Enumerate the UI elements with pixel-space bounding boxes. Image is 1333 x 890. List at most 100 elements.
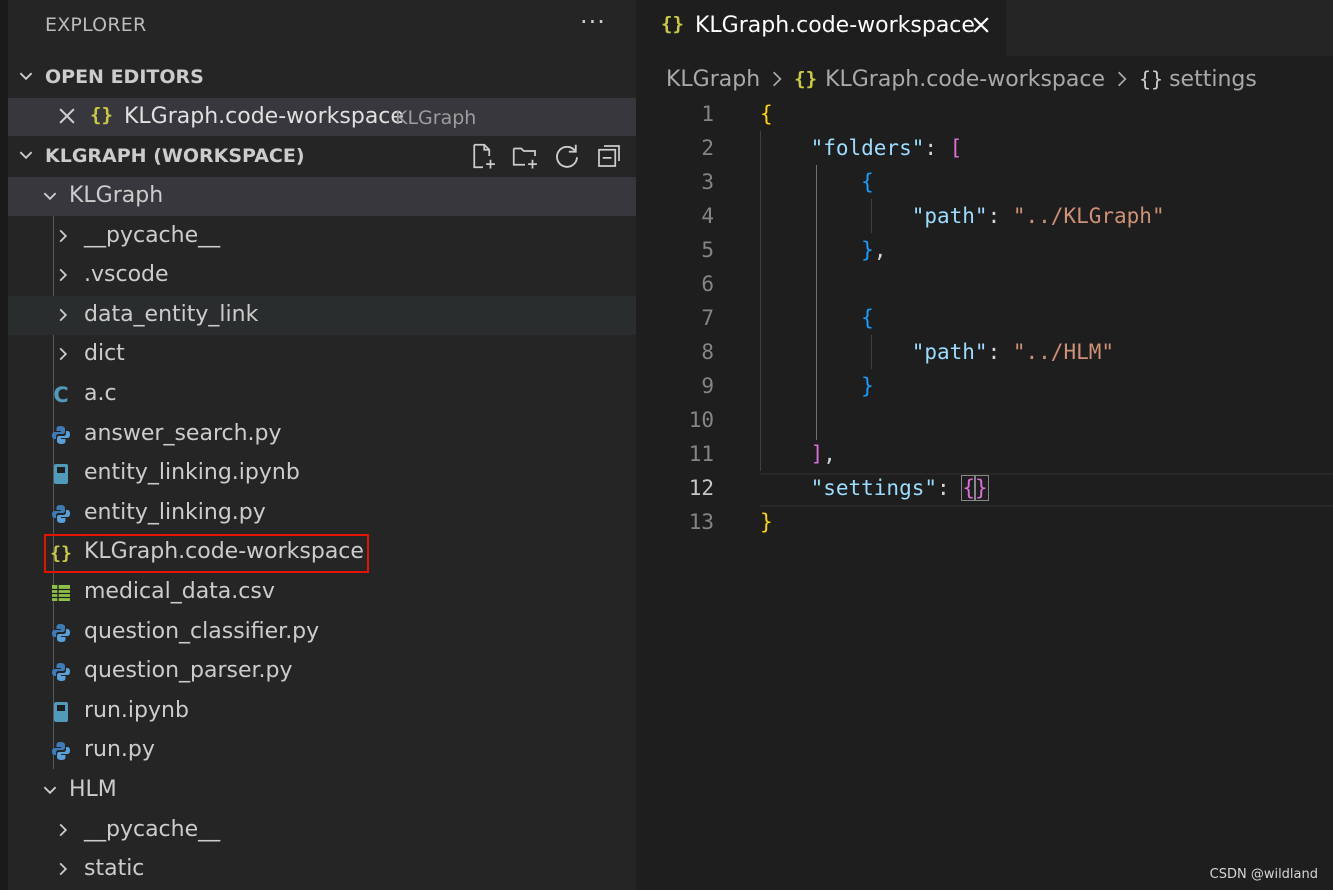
tree-item[interactable]: dict: [8, 335, 636, 374]
code-line: 1 {: [636, 97, 1333, 131]
code-text: }: [861, 374, 874, 398]
code-line: 11 ],: [636, 437, 1333, 471]
code-text: },: [861, 238, 887, 262]
tree-item[interactable]: question_parser.py: [8, 652, 636, 691]
tree-label: run.ipynb: [84, 698, 189, 723]
tree-item[interactable]: C a.c: [8, 375, 636, 414]
open-editor-name: KLGraph.code-workspace: [124, 104, 404, 129]
workspace-label: KLGRAPH (WORKSPACE): [45, 145, 305, 167]
chevron-down-icon: [43, 192, 57, 201]
refresh-icon[interactable]: [552, 141, 582, 171]
breadcrumb-folder[interactable]: KLGraph: [666, 67, 760, 92]
breadcrumb: KLGraph {} KLGraph.code-workspace {} set…: [666, 64, 1257, 94]
code-line: 2 "folders": [: [636, 131, 1333, 165]
line-number: 8: [701, 340, 714, 364]
tree-item[interactable]: entity_linking.py: [8, 494, 636, 533]
code-text: {: [861, 306, 874, 330]
tree-item[interactable]: static: [8, 850, 636, 889]
code-line: 10: [636, 403, 1333, 437]
tree-item[interactable]: entity_linking.ipynb: [8, 454, 636, 493]
line-number: 9: [701, 374, 714, 398]
tree-folder-klgraph[interactable]: KLGraph: [8, 177, 636, 216]
chevron-right-icon: [59, 308, 68, 322]
tree-label: question_classifier.py: [84, 619, 320, 644]
tree-item[interactable]: run.py: [8, 731, 636, 770]
chevron-down-icon: [19, 151, 33, 160]
tree-label: question_parser.py: [84, 658, 293, 683]
tree-label: entity_linking.ipynb: [84, 460, 300, 485]
python-icon: [50, 503, 72, 525]
line-number: 4: [701, 204, 714, 228]
line-number: 11: [688, 442, 714, 466]
code-text: }: [760, 510, 773, 534]
tree-item[interactable]: medical_data.csv: [8, 573, 636, 612]
chevron-right-icon: [59, 268, 68, 282]
open-editor-description: KLGraph: [395, 107, 477, 129]
json-braces-icon: {}: [794, 68, 818, 90]
annotation-highlight-box: [44, 534, 369, 573]
tree-label: KLGraph: [69, 183, 164, 208]
tree-item[interactable]: data_entity_link: [8, 296, 636, 335]
tree-label: .vscode: [84, 262, 169, 287]
code-text: {: [861, 170, 874, 194]
explorer-title: EXPLORER: [45, 14, 147, 36]
code-line: 7 {: [636, 301, 1333, 335]
tab-workspace-file[interactable]: {} KLGraph.code-workspace: [636, 0, 1006, 56]
tree-item[interactable]: question_classifier.py: [8, 613, 636, 652]
tree-item[interactable]: .vscode: [8, 256, 636, 295]
python-icon: [50, 740, 72, 762]
tree-label: static: [84, 856, 145, 881]
tree-label: __pycache__: [84, 817, 221, 842]
code-line: 9 }: [636, 369, 1333, 403]
collapse-all-icon[interactable]: [594, 141, 624, 171]
workspace-actions: [468, 137, 624, 175]
tree-item[interactable]: answer_search.py: [8, 415, 636, 454]
code-text: "path": "../HLM": [911, 340, 1115, 364]
line-number: 5: [701, 238, 714, 262]
watermark: CSDN @wildland: [1209, 867, 1318, 882]
chevron-down-icon: [19, 72, 33, 81]
activity-edge: [0, 0, 8, 890]
chevron-right-icon: [59, 347, 68, 361]
tree-item[interactable]: __pycache__: [8, 217, 636, 256]
code-text: "path": "../KLGraph": [911, 204, 1165, 228]
tree-label: __pycache__: [84, 223, 221, 248]
workspace-header[interactable]: KLGRAPH (WORKSPACE): [8, 137, 636, 175]
chevron-right-icon: [59, 229, 68, 243]
line-number: 13: [688, 510, 714, 534]
line-number: 10: [688, 408, 714, 432]
explorer-sidebar: EXPLORER ··· OPEN EDITORS {} KLGraph.cod…: [8, 0, 636, 890]
code-text: ],: [810, 442, 836, 466]
line-number: 6: [701, 272, 714, 296]
c-file-icon: C: [53, 383, 69, 407]
new-file-icon[interactable]: [468, 141, 498, 171]
object-symbol-icon: {}: [1139, 67, 1164, 91]
tree-folder-hlm[interactable]: HLM: [8, 771, 636, 810]
tree-item[interactable]: __pycache__: [8, 811, 636, 850]
breadcrumb-file[interactable]: KLGraph.code-workspace: [825, 67, 1105, 92]
code-line: 12 "settings": {}: [636, 471, 1333, 505]
tree-label: medical_data.csv: [84, 579, 275, 604]
close-icon[interactable]: [56, 105, 78, 127]
tree-label: a.c: [84, 381, 117, 406]
tree-item[interactable]: run.ipynb: [8, 692, 636, 731]
more-actions-icon[interactable]: ···: [580, 8, 606, 36]
editor-area: {} KLGraph.code-workspace KLGraph {} KLG…: [636, 0, 1333, 890]
close-icon[interactable]: [970, 14, 992, 36]
notebook-icon: [50, 463, 72, 485]
code-line: 13 }: [636, 505, 1333, 539]
breadcrumb-symbol[interactable]: settings: [1169, 67, 1257, 92]
open-editor-item[interactable]: {} KLGraph.code-workspace KLGraph: [8, 98, 636, 136]
line-number: 2: [701, 136, 714, 160]
new-folder-icon[interactable]: [510, 141, 540, 171]
code-text: {: [760, 102, 773, 126]
code-line: 8 "path": "../HLM": [636, 335, 1333, 369]
code-line: 4 "path": "../KLGraph": [636, 199, 1333, 233]
line-number: 3: [701, 170, 714, 194]
open-editors-header[interactable]: OPEN EDITORS: [8, 58, 636, 96]
tree-label: HLM: [69, 777, 117, 802]
json-braces-icon: {}: [661, 13, 684, 35]
chevron-right-icon: [59, 823, 68, 837]
chevron-right-icon: [59, 862, 68, 876]
csv-table-icon: [50, 582, 72, 604]
